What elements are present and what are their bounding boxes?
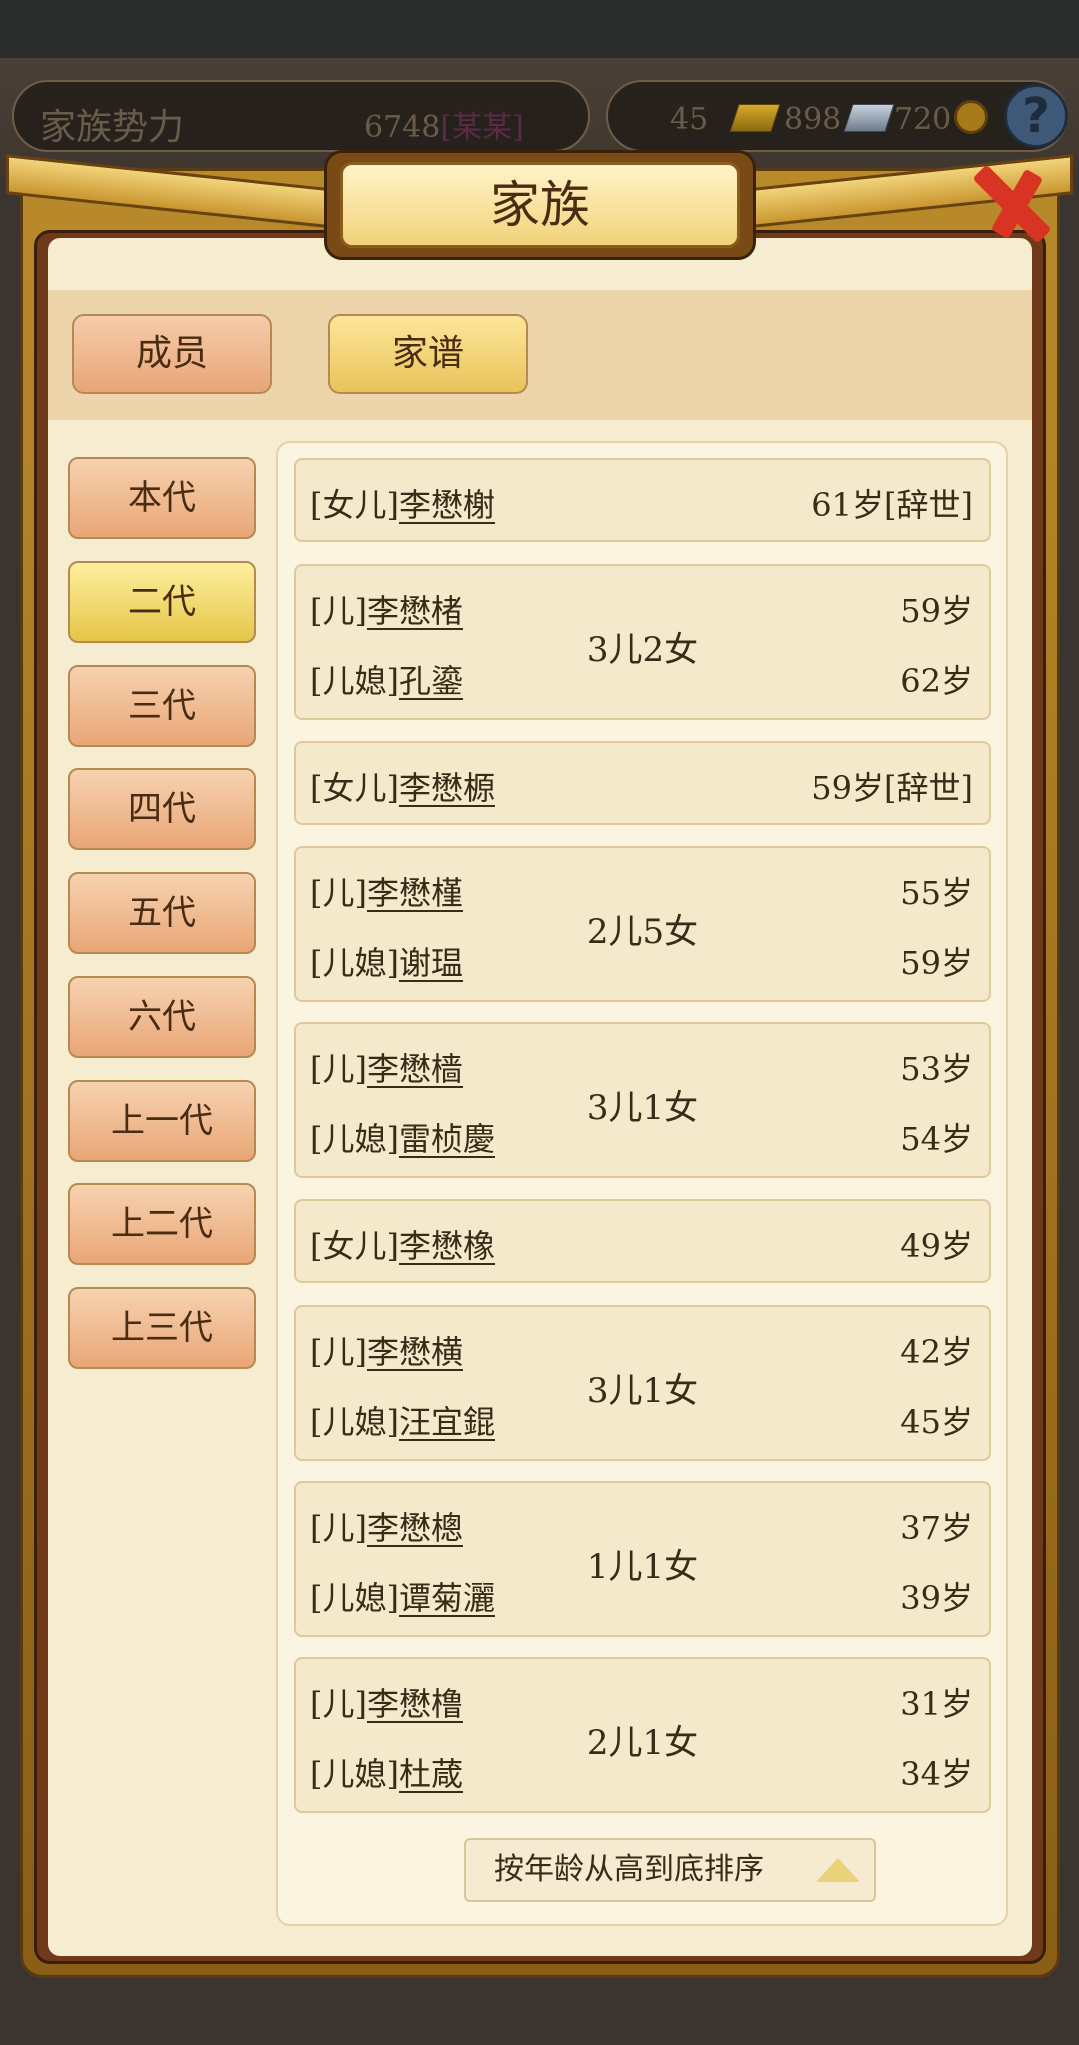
resources-panel: 45 898 720	[606, 80, 1068, 152]
spouse-age: 45岁	[900, 1403, 973, 1441]
generation-button[interactable]: 五代	[68, 872, 256, 954]
relation-label: [女儿]	[310, 769, 399, 807]
spouse-age: 54岁	[900, 1120, 973, 1158]
coin-count: 720	[894, 102, 952, 137]
family-power-label: 家族势力	[40, 107, 185, 148]
bottom-background	[0, 1980, 1079, 2045]
family-card[interactable]: [儿]李懋横 42岁 3儿1女 [儿媳]汪宜錕 45岁	[294, 1305, 991, 1461]
relation-label: [儿媳]	[310, 1120, 399, 1158]
spouse-age: 59岁	[900, 944, 973, 982]
relation-label: [女儿]	[310, 486, 399, 524]
sort-by-age-button[interactable]: 按年龄从高到底排序	[464, 1838, 876, 1902]
spouse-name[interactable]: 孔鎏	[399, 662, 463, 700]
generation-button[interactable]: 本代	[68, 457, 256, 539]
relation-label: [儿媳]	[310, 944, 399, 982]
family-card[interactable]: [女儿]李懋榞 59岁[辞世]	[294, 741, 991, 825]
family-card[interactable]: [儿]李懋樬 37岁 1儿1女 [儿媳]谭菊灑 39岁	[294, 1481, 991, 1637]
coin-icon	[954, 100, 988, 134]
member-name[interactable]: 李懋榭	[399, 486, 495, 524]
member-age: 49岁	[900, 1227, 973, 1265]
generation-button[interactable]: 六代	[68, 976, 256, 1058]
spouse-name[interactable]: 谢瑥	[399, 944, 463, 982]
tab-family-tree[interactable]: 家谱	[328, 314, 528, 394]
spouse-name[interactable]: 谭菊灑	[399, 1579, 495, 1617]
spouse-name[interactable]: 雷桢慶	[399, 1120, 495, 1158]
tab-members[interactable]: 成员	[72, 314, 272, 394]
status-bar	[0, 0, 1079, 58]
generation-button[interactable]: 四代	[68, 768, 256, 850]
member-age: 61岁[辞世]	[811, 486, 973, 524]
generation-button-active[interactable]: 二代	[68, 561, 256, 643]
family-card[interactable]: [女儿]李懋榭 61岁[辞世]	[294, 458, 991, 542]
spouse-age: 62岁	[900, 662, 973, 700]
gold-icon	[729, 104, 781, 132]
relation-label: [儿媳]	[310, 1403, 399, 1441]
family-power-value: 6748[某某]	[364, 110, 524, 145]
help-button[interactable]: ?	[1004, 84, 1068, 148]
spouse-name[interactable]: 汪宜錕	[399, 1403, 495, 1441]
sort-up-triangle-icon	[816, 1858, 860, 1882]
family-power-panel: 家族势力 6748[某某]	[12, 80, 590, 152]
family-card[interactable]: [女儿]李懋橡 49岁	[294, 1199, 991, 1283]
gold-count: 45	[670, 102, 709, 137]
dialog-title: 家族	[340, 162, 740, 248]
member-age: 59岁[辞世]	[811, 769, 973, 807]
sort-label: 按年龄从高到底排序	[494, 1852, 764, 1887]
relation-label: [儿媳]	[310, 1579, 399, 1617]
family-card[interactable]: [儿]李懋橹 31岁 2儿1女 [儿媳]杜葴 34岁	[294, 1657, 991, 1813]
generation-button[interactable]: 上一代	[68, 1080, 256, 1162]
spouse-name[interactable]: 杜葴	[399, 1755, 463, 1793]
family-card[interactable]: [儿]李懋槿 55岁 2儿5女 [儿媳]谢瑥 59岁	[294, 846, 991, 1002]
generation-button[interactable]: 上二代	[68, 1183, 256, 1265]
relation-label: [儿媳]	[310, 1755, 399, 1793]
relation-label: [女儿]	[310, 1227, 399, 1265]
power-rank: [某某]	[440, 110, 524, 145]
family-card[interactable]: [儿]李懋樯 53岁 3儿1女 [儿媳]雷桢慶 54岁	[294, 1022, 991, 1178]
member-name[interactable]: 李懋橡	[399, 1227, 495, 1265]
spouse-age: 34岁	[900, 1755, 973, 1793]
spouse-age: 39岁	[900, 1579, 973, 1617]
member-name[interactable]: 李懋榞	[399, 769, 495, 807]
family-card[interactable]: [儿]李懋楮 59岁 3儿2女 [儿媳]孔鎏 62岁	[294, 564, 991, 720]
close-button[interactable]	[958, 150, 1062, 254]
generation-button[interactable]: 上三代	[68, 1287, 256, 1369]
silver-count: 898	[784, 102, 842, 137]
silver-icon	[843, 104, 895, 132]
generation-button[interactable]: 三代	[68, 665, 256, 747]
relation-label: [儿媳]	[310, 662, 399, 700]
